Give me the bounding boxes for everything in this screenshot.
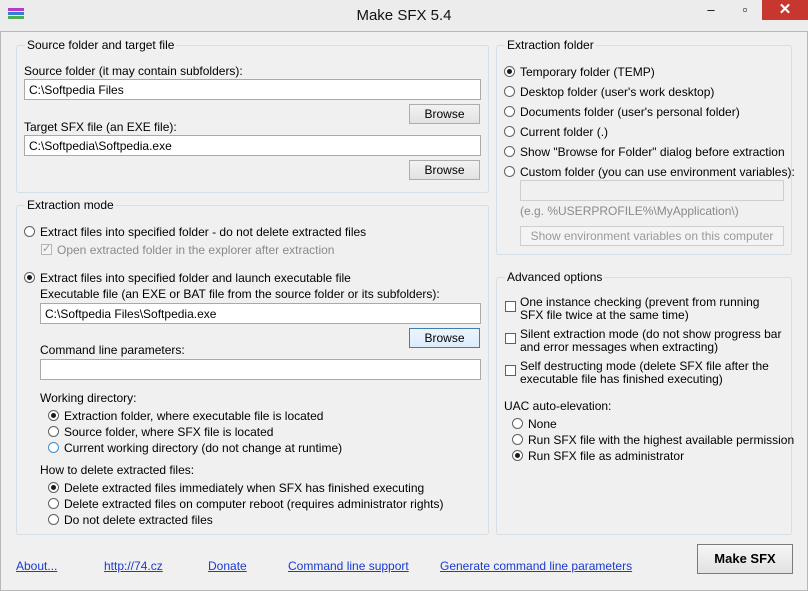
extraction-folder-legend: Extraction folder bbox=[505, 38, 596, 52]
maximize-button[interactable]: ▫ bbox=[728, 0, 762, 20]
source-folder-input[interactable]: C:\Softpedia Files bbox=[24, 79, 481, 100]
extraction-mode-legend: Extraction mode bbox=[25, 198, 116, 212]
target-file-input[interactable]: C:\Softpedia\Softpedia.exe bbox=[24, 135, 481, 156]
workdir-current-label: Current working directory (do not change… bbox=[64, 441, 343, 455]
make-sfx-button[interactable]: Make SFX bbox=[697, 544, 793, 574]
delete-never-label: Do not delete extracted files bbox=[64, 513, 213, 527]
uac-admin-radio[interactable] bbox=[512, 450, 523, 461]
self-destruct-label: Self destructing mode (delete SFX file a… bbox=[520, 359, 769, 386]
open-folder-checkbox[interactable] bbox=[41, 242, 52, 255]
executable-browse-button[interactable]: Browse bbox=[409, 328, 480, 348]
delete-immediately-radio[interactable] bbox=[48, 482, 59, 493]
command-line-input[interactable] bbox=[40, 359, 481, 380]
self-destruct-checkbox[interactable] bbox=[505, 365, 516, 376]
silent-mode-checkbox[interactable] bbox=[505, 333, 516, 344]
working-directory-label: Working directory: bbox=[40, 391, 137, 405]
window-title: Make SFX 5.4 bbox=[356, 7, 452, 24]
generate-parameters-link[interactable]: Generate command line parameters bbox=[440, 559, 632, 573]
workdir-extraction-label: Extraction folder, where executable file… bbox=[64, 409, 324, 423]
env-variables-button[interactable]: Show environment variables on this compu… bbox=[520, 226, 784, 246]
folder-temp-label: Temporary folder (TEMP) bbox=[520, 65, 655, 79]
delete-reboot-radio[interactable] bbox=[48, 498, 59, 509]
mode-launch-label: Extract files into specified folder and … bbox=[40, 271, 351, 285]
folder-temp-radio[interactable] bbox=[504, 66, 515, 77]
folder-current-label: Current folder (.) bbox=[520, 125, 609, 139]
one-instance-label: One instance checking (prevent from runn… bbox=[520, 295, 760, 322]
folder-current-radio[interactable] bbox=[504, 126, 515, 137]
source-folder-label: Source folder (it may contain subfolders… bbox=[24, 64, 243, 78]
custom-folder-hint: (e.g. %USERPROFILE%\MyApplication\) bbox=[520, 204, 739, 218]
target-browse-button[interactable]: Browse bbox=[409, 160, 480, 180]
open-folder-label: Open extracted folder in the explorer af… bbox=[57, 243, 335, 257]
source-browse-button[interactable]: Browse bbox=[409, 104, 480, 124]
silent-mode-label: Silent extraction mode (do not show prog… bbox=[520, 327, 782, 354]
workdir-current-radio[interactable] bbox=[48, 442, 59, 453]
mode-no-delete-label: Extract files into specified folder - do… bbox=[40, 225, 367, 239]
uac-admin-label: Run SFX file as administrator bbox=[528, 449, 685, 463]
uac-none-radio[interactable] bbox=[512, 418, 523, 429]
title-bar: Make SFX 5.4 – ▫ ✕ bbox=[0, 0, 808, 32]
delete-method-label: How to delete extracted files: bbox=[40, 463, 195, 477]
workdir-source-label: Source folder, where SFX file is located bbox=[64, 425, 274, 439]
workdir-source-radio[interactable] bbox=[48, 426, 59, 437]
advanced-options-legend: Advanced options bbox=[505, 270, 605, 284]
about-link[interactable]: About... bbox=[16, 559, 57, 573]
uac-none-label: None bbox=[528, 417, 557, 431]
mode-no-delete-radio[interactable] bbox=[24, 226, 35, 237]
close-button[interactable]: ✕ bbox=[762, 0, 808, 20]
command-line-label: Command line parameters: bbox=[40, 343, 185, 357]
one-instance-checkbox[interactable] bbox=[505, 301, 516, 312]
folder-custom-label: Custom folder (you can use environment v… bbox=[520, 165, 795, 179]
delete-never-radio[interactable] bbox=[48, 514, 59, 525]
executable-file-input[interactable]: C:\Softpedia Files\Softpedia.exe bbox=[40, 303, 481, 324]
delete-immediately-label: Delete extracted files immediately when … bbox=[64, 481, 425, 495]
uac-highest-label: Run SFX file with the highest available … bbox=[528, 433, 795, 447]
delete-reboot-label: Delete extracted files on computer reboo… bbox=[64, 497, 444, 511]
command-line-support-link[interactable]: Command line support bbox=[288, 559, 409, 573]
mode-launch-radio[interactable] bbox=[24, 272, 35, 283]
website-link[interactable]: http://74.cz bbox=[104, 559, 163, 573]
uac-label: UAC auto-elevation: bbox=[504, 399, 612, 413]
donate-link[interactable]: Donate bbox=[208, 559, 247, 573]
folder-documents-radio[interactable] bbox=[504, 106, 515, 117]
workdir-extraction-radio[interactable] bbox=[48, 410, 59, 421]
target-file-label: Target SFX file (an EXE file): bbox=[24, 120, 177, 134]
source-group-legend: Source folder and target file bbox=[25, 38, 177, 52]
folder-desktop-radio[interactable] bbox=[504, 86, 515, 97]
folder-desktop-label: Desktop folder (user's work desktop) bbox=[520, 85, 715, 99]
minimize-button[interactable]: – bbox=[694, 0, 728, 20]
folder-custom-radio[interactable] bbox=[504, 166, 515, 177]
uac-highest-radio[interactable] bbox=[512, 434, 523, 445]
executable-file-label: Executable file (an EXE or BAT file from… bbox=[40, 287, 440, 301]
custom-folder-input[interactable] bbox=[520, 180, 784, 201]
folder-browse-dialog-label: Show "Browse for Folder" dialog before e… bbox=[520, 145, 785, 159]
folder-browse-dialog-radio[interactable] bbox=[504, 146, 515, 157]
folder-documents-label: Documents folder (user's personal folder… bbox=[520, 105, 740, 119]
